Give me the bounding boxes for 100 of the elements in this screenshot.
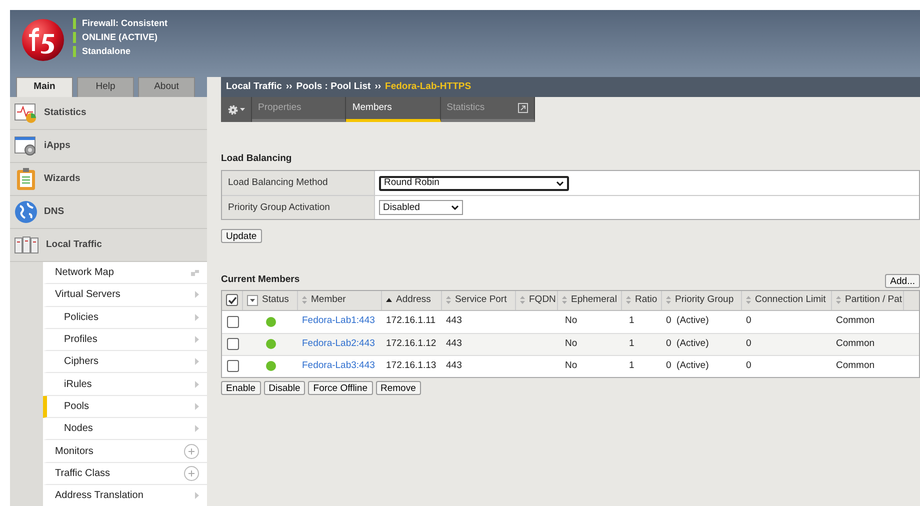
logo <box>20 17 66 63</box>
menu-item[interactable]: Address Translation <box>43 484 207 506</box>
select-field[interactable]: Disabled <box>379 200 463 216</box>
plus-circle-icon[interactable] <box>184 444 199 459</box>
chevron-icon <box>195 336 199 344</box>
sort-icon[interactable] <box>302 296 307 304</box>
column-header[interactable]: Connection Limit <box>742 290 832 310</box>
column-header[interactable]: Address <box>382 290 442 310</box>
menu-item[interactable]: Network Map <box>43 262 207 284</box>
table-cell: No <box>565 338 578 349</box>
table-cell: 0 <box>746 315 752 326</box>
sort-ascending-icon[interactable] <box>386 298 392 302</box>
member-link[interactable]: Fedora-Lab2:443 <box>302 338 375 349</box>
breadcrumb-text: ›› <box>374 80 382 94</box>
caret-icon <box>451 205 459 210</box>
field-label: Priority Group Activation <box>222 196 375 220</box>
column-header[interactable]: Partition / Pat <box>832 290 904 310</box>
sort-icon[interactable] <box>626 296 631 304</box>
table-cell: Common <box>836 360 875 371</box>
table-cell: 0 <box>746 360 752 371</box>
sort-icon[interactable] <box>446 296 451 304</box>
table-cell: No <box>565 315 578 326</box>
checkbox[interactable] <box>226 316 238 328</box>
column-header[interactable]: FQDN <box>516 290 558 310</box>
checkbox[interactable] <box>226 294 238 306</box>
menu-item[interactable]: Ciphers <box>43 351 207 374</box>
servers-icon <box>14 235 40 255</box>
menu-item[interactable]: Nodes <box>43 418 207 440</box>
status-text: Standalone <box>82 44 131 58</box>
table-cell: 443 <box>446 360 462 371</box>
table-cell: No <box>565 360 578 371</box>
gear-icon <box>228 104 238 114</box>
chevron-icon <box>195 380 199 388</box>
table-cell: 172.16.1.12 <box>386 338 436 349</box>
caret-icon <box>240 108 244 111</box>
chevron-icon <box>195 425 199 432</box>
checkbox[interactable] <box>226 338 238 350</box>
column-header[interactable]: Service Port <box>442 290 516 310</box>
table-cell: 0 <box>746 338 752 349</box>
breadcrumb-current: Fedora-Lab-HTTPS <box>385 80 472 94</box>
status-text: ONLINE (ACTIVE) <box>82 30 158 44</box>
menu-item[interactable]: Virtual Servers <box>43 284 207 307</box>
menu-item[interactable]: iRules <box>43 373 207 396</box>
member-link[interactable]: Fedora-Lab1:443 <box>302 315 375 326</box>
table-cell: 172.16.1.13 <box>386 360 436 371</box>
globe-icon <box>14 200 38 224</box>
status-text: Firewall: Consistent <box>82 16 168 30</box>
menu-item[interactable]: Traffic Class <box>43 462 207 485</box>
table-cell: 0 (Active) <box>666 360 709 371</box>
table-cell: 443 <box>446 338 462 349</box>
action-button[interactable]: Enable <box>221 380 261 394</box>
sort-icon[interactable] <box>666 296 671 304</box>
section-title: Current Members <box>221 273 300 288</box>
chart-icon <box>14 102 38 124</box>
sort-icon[interactable] <box>562 296 567 304</box>
table-cell: 0 (Active) <box>666 338 709 349</box>
tab[interactable]: About <box>138 77 195 97</box>
column-header[interactable]: Priority Group <box>662 290 742 310</box>
sort-icon[interactable] <box>520 296 525 304</box>
column-header[interactable]: Status <box>243 290 298 310</box>
breadcrumb-text: ›› <box>286 80 292 94</box>
checkbox[interactable] <box>226 360 238 372</box>
popout-icon[interactable] <box>518 103 528 113</box>
tab[interactable]: Help <box>77 77 134 97</box>
column-header[interactable]: Ephemeral <box>558 290 622 310</box>
chevron-icon <box>195 402 199 410</box>
breadcrumb-text: Local Traffic <box>226 80 282 94</box>
window-gear-icon <box>14 135 38 157</box>
table-cell: 1 <box>629 338 634 349</box>
table-cell: 443 <box>446 315 462 326</box>
select-field[interactable]: Round Robin <box>379 176 569 191</box>
update-button[interactable]: Update <box>221 229 262 244</box>
chevron-icon <box>195 291 199 298</box>
menu-item[interactable]: Pools <box>43 396 207 418</box>
chevron-icon <box>195 314 199 321</box>
action-button[interactable]: Force Offline <box>308 380 372 394</box>
member-link[interactable]: Fedora-Lab3:443 <box>302 360 375 371</box>
add-button[interactable]: Add... <box>885 274 920 288</box>
sort-icon[interactable] <box>836 296 841 304</box>
sort-icon[interactable] <box>746 296 751 304</box>
table-cell: 0 (Active) <box>666 315 709 326</box>
plus-circle-icon[interactable] <box>184 466 199 481</box>
menu-item[interactable]: Policies <box>43 306 207 329</box>
chevron-icon <box>195 358 199 366</box>
breadcrumb-text: Pools : Pool List <box>296 80 371 94</box>
dropdown-icon[interactable] <box>247 294 258 306</box>
section-title: Load Balancing <box>221 152 293 166</box>
table-cell: Common <box>836 315 875 326</box>
field-label: Load Balancing Method <box>222 171 375 196</box>
map-icon <box>191 270 199 276</box>
action-button[interactable]: Disable <box>264 380 306 394</box>
column-header[interactable]: Ratio <box>622 290 662 310</box>
menu-item[interactable]: Profiles <box>43 328 207 352</box>
tab[interactable]: Members <box>346 97 441 122</box>
chevron-icon <box>195 492 199 500</box>
column-header[interactable]: Member <box>298 290 382 310</box>
table-cell: Common <box>836 338 875 349</box>
menu-item[interactable]: Monitors <box>43 440 207 463</box>
tab[interactable]: Main <box>16 77 73 97</box>
action-button[interactable]: Remove <box>376 380 421 394</box>
